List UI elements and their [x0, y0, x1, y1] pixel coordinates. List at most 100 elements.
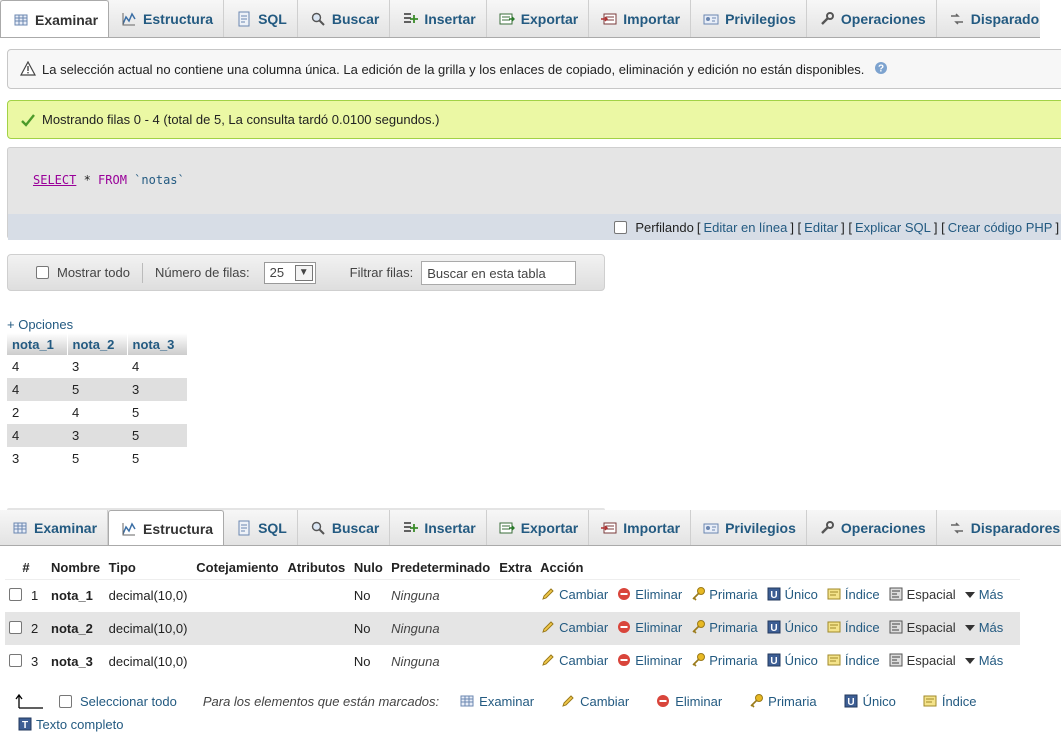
action-more-label: Más	[978, 586, 1004, 602]
table-cell: 2	[7, 401, 67, 424]
structure-tab-operaciones[interactable]: Operaciones	[806, 510, 937, 545]
row-checkbox[interactable]	[9, 653, 22, 667]
options-link[interactable]: + Opciones	[7, 317, 73, 332]
inline-edit-link[interactable]: Editar en línea	[703, 220, 787, 235]
action-more-button[interactable]: Más	[964, 652, 1003, 668]
top-tab-exportar[interactable]: Exportar	[486, 0, 590, 37]
top-tab-insertar[interactable]: Insertar	[390, 0, 487, 37]
bulk-index-button[interactable]: Índice	[922, 693, 977, 709]
bulk-unique-button[interactable]: U Único	[843, 693, 896, 709]
action-primary-button[interactable]: Primaria	[690, 652, 758, 668]
action-change-label: Cambiar	[559, 652, 609, 668]
table-cell: 3	[67, 424, 127, 447]
sql-keyword-select[interactable]: SELECT	[33, 173, 76, 187]
action-drop-label: Eliminar	[635, 652, 683, 668]
delete-icon	[655, 693, 671, 709]
bulk-browse-button[interactable]: Examinar	[459, 693, 534, 709]
sql-query-text[interactable]: SELECT * FROM `notas`	[33, 173, 185, 187]
top-tab-buscar[interactable]: Buscar	[297, 0, 391, 37]
column-header-nota-3[interactable]: nota_3	[127, 333, 188, 355]
bulk-drop-button[interactable]: Eliminar	[655, 693, 722, 709]
structure-tab-examinar[interactable]: Examinar	[0, 510, 109, 545]
action-unique-button[interactable]: U Único	[766, 586, 818, 602]
column-header-nota-1[interactable]: nota_1	[7, 333, 68, 355]
action-primary-label: Primaria	[709, 619, 758, 635]
svg-text:U: U	[770, 590, 777, 601]
profiling-checkbox[interactable]	[614, 220, 628, 234]
structure-tab-buscar[interactable]: Buscar	[297, 510, 391, 545]
action-drop-button[interactable]: Eliminar	[616, 619, 682, 635]
structure-tab-disparadores[interactable]: Disparadores	[936, 510, 1061, 545]
action-change-button[interactable]: Cambiar	[540, 652, 608, 668]
browse-icon	[459, 693, 475, 709]
top-tab-privilegios[interactable]: Privilegios	[691, 0, 807, 37]
bulk-change-button[interactable]: Cambiar	[560, 693, 629, 709]
action-drop-button[interactable]: Eliminar	[616, 586, 682, 602]
action-primary-button[interactable]: Primaria	[690, 619, 758, 635]
bulk-change-label: Cambiar	[580, 693, 630, 709]
sql-icon	[236, 11, 252, 27]
top-tab-disparadores[interactable]: Disparadores	[936, 0, 1040, 37]
bulk-primary-button[interactable]: Primaria	[748, 693, 817, 709]
svg-text:U: U	[770, 656, 777, 667]
structure-tab-sql[interactable]: SQL	[224, 510, 298, 545]
structure-header-extra: Extra	[495, 557, 537, 580]
action-spatial-button[interactable]: Espacial	[888, 652, 956, 668]
action-unique-button[interactable]: U Único	[766, 652, 818, 668]
structure-tab-importar[interactable]: Importar	[589, 510, 692, 545]
structure-icon	[121, 11, 137, 27]
action-index-button[interactable]: Índice	[826, 586, 880, 602]
bulk-drop-label: Eliminar	[675, 693, 723, 709]
row-checkbox-cell[interactable]	[5, 612, 27, 645]
action-more-button[interactable]: Más	[964, 619, 1003, 635]
explain-sql-link[interactable]: Explicar SQL	[855, 220, 931, 235]
filter-rows-input[interactable]: Buscar en esta tabla	[421, 260, 577, 285]
action-index-button[interactable]: Índice	[826, 652, 880, 668]
structure-tab-exportar[interactable]: Exportar	[486, 510, 590, 545]
structure-row: 2 nota_2 decimal(10,0) No Ninguna Cambiar Elim…	[5, 612, 1020, 645]
action-change-button[interactable]: Cambiar	[540, 619, 608, 635]
row-checkbox-cell[interactable]	[5, 645, 27, 678]
action-spatial-button[interactable]: Espacial	[888, 619, 956, 635]
action-change-button[interactable]: Cambiar	[540, 586, 608, 602]
structure-tab-insertar[interactable]: Insertar	[390, 510, 487, 545]
column-default: Ninguna	[387, 579, 496, 612]
help-icon[interactable]: ?	[874, 61, 890, 77]
top-tab-sql[interactable]: SQL	[224, 0, 298, 37]
action-spatial-button[interactable]: Espacial	[888, 586, 956, 602]
chevron-down-icon: ▼	[294, 264, 313, 281]
column-collation	[192, 579, 284, 612]
bulk-fulltext-button[interactable]: T Texto completo	[17, 716, 123, 732]
spatial-icon	[888, 619, 904, 635]
action-unique-button[interactable]: U Único	[766, 619, 818, 635]
show-all-checkbox[interactable]	[36, 266, 49, 279]
top-tab-examinar[interactable]: Examinar	[0, 0, 110, 37]
row-checkbox-cell[interactable]	[5, 579, 27, 612]
rows-count-select[interactable]: 25 ▼	[263, 261, 316, 284]
action-index-button[interactable]: Índice	[826, 619, 880, 635]
row-checkbox[interactable]	[9, 620, 22, 634]
structure-tab-estructura[interactable]: Estructura	[108, 510, 225, 545]
table-cell: 4	[7, 355, 67, 378]
create-php-code-link[interactable]: Crear código PHP	[948, 220, 1053, 235]
structure-tab-privilegios[interactable]: Privilegios	[691, 510, 807, 545]
action-drop-button[interactable]: Eliminar	[616, 652, 682, 668]
row-checkbox[interactable]	[9, 587, 22, 601]
top-tab-importar[interactable]: Importar	[589, 0, 692, 37]
column-attributes	[283, 645, 350, 678]
action-more-button[interactable]: Más	[964, 586, 1004, 602]
edit-link[interactable]: Editar	[804, 220, 838, 235]
tab-label: SQL	[258, 519, 287, 536]
top-tab-operaciones[interactable]: Operaciones	[806, 0, 937, 37]
table-cell: 3	[7, 447, 67, 470]
table-row: 434	[7, 355, 187, 378]
select-all-link[interactable]: Seleccionar todo	[80, 694, 177, 709]
browse-icon	[12, 520, 28, 536]
column-header-nota-2[interactable]: nota_2	[67, 333, 128, 355]
select-all-checkbox[interactable]	[59, 694, 72, 708]
bulk-browse-label: Examinar	[479, 693, 535, 709]
action-primary-button[interactable]: Primaria	[690, 586, 758, 602]
column-number: 1	[27, 579, 47, 612]
top-tab-estructura[interactable]: Estructura	[109, 0, 225, 37]
triangle-down-icon	[964, 586, 976, 602]
